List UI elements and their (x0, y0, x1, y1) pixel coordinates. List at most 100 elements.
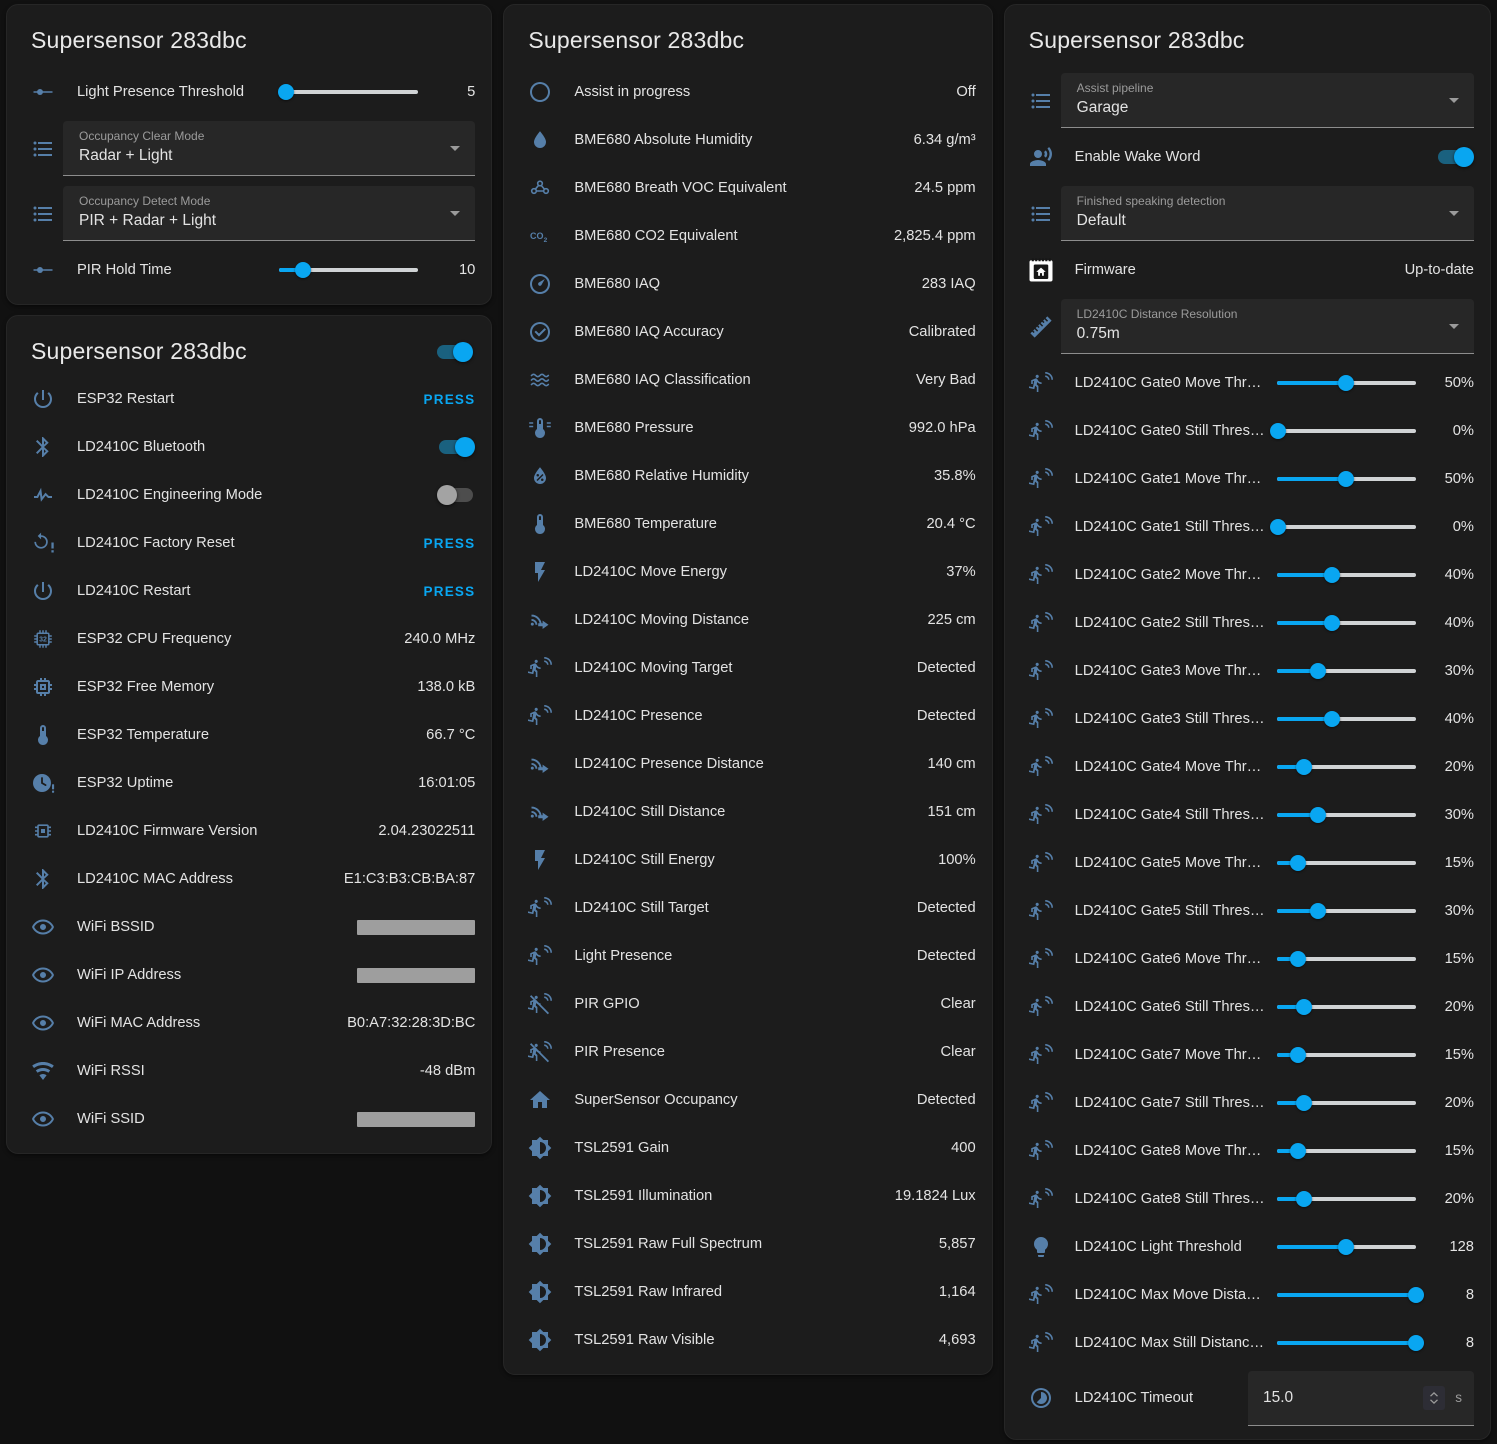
ld2410c-gate5-still-thres-slider[interactable] (1277, 902, 1416, 920)
ld2410c-timeout-field[interactable]: s (1248, 1371, 1474, 1426)
ld2410c-gate0-still-thres-slider[interactable] (1277, 422, 1416, 440)
slider-knob[interactable] (1310, 807, 1326, 823)
icon-wrap (528, 320, 552, 344)
slider-track[interactable] (1277, 525, 1416, 529)
occupancy-clear-mode-select[interactable]: Occupancy Clear ModeRadar + Light (63, 121, 475, 176)
wifi-bssid-row: WiFi BSSID (7, 903, 491, 951)
thermometer-icon (528, 512, 552, 536)
entity-name: PIR Hold Time (77, 262, 273, 278)
icon-wrap (528, 704, 552, 728)
icon-wrap (1029, 258, 1053, 282)
icon-wrap (528, 800, 552, 824)
icon-wrap (31, 137, 55, 161)
ld2410c-gate5-move-thr-slider[interactable] (1277, 854, 1416, 872)
entity-name: BME680 IAQ Classification (574, 372, 916, 388)
number-value-input[interactable] (1263, 1389, 1417, 1407)
ld2410c-distance-resolution-select[interactable]: LD2410C Distance Resolution0.75m (1061, 299, 1474, 354)
esp32-restart-press-button[interactable]: PRESS (424, 392, 476, 407)
device-dashboard: Supersensor 283dbc Light Presence Thresh… (0, 0, 1497, 1444)
entity-rows: Light Presence Threshold5Occupancy Clear… (7, 68, 491, 294)
motion-sensor-icon (528, 944, 552, 968)
ld2410c-gate3-still-thres-slider[interactable] (1277, 710, 1416, 728)
icon-wrap (528, 944, 552, 968)
ld2410c-max-still-distanc-slider[interactable] (1277, 1334, 1416, 1352)
ld2410c-bluetooth-toggle[interactable] (437, 437, 475, 457)
icon-wrap (1029, 611, 1053, 635)
slider-knob[interactable] (1310, 663, 1326, 679)
ld2410c-gate7-still-thres-row: LD2410C Gate7 Still Thres…20% (1005, 1079, 1490, 1127)
icon-wrap (528, 368, 552, 392)
slider-knob[interactable] (1270, 423, 1286, 439)
slider-knob[interactable] (1290, 951, 1306, 967)
slider-knob[interactable] (1338, 471, 1354, 487)
slider-knob[interactable] (1290, 1143, 1306, 1159)
ld2410c-gate6-still-thres-slider[interactable] (1277, 998, 1416, 1016)
ld2410c-light-threshold-slider[interactable] (1277, 1238, 1416, 1256)
slider-knob[interactable] (1324, 567, 1340, 583)
slider-knob[interactable] (1290, 855, 1306, 871)
slider-knob[interactable] (1310, 903, 1326, 919)
ld2410c-gate4-move-thr-slider[interactable] (1277, 758, 1416, 776)
finished-speaking-detection-select[interactable]: Finished speaking detectionDefault (1061, 186, 1474, 241)
slider-knob[interactable] (1270, 519, 1286, 535)
icon-wrap (528, 1280, 552, 1304)
ld2410c-gate2-still-thres-slider[interactable] (1277, 614, 1416, 632)
icon-wrap (528, 848, 552, 872)
slider-knob[interactable] (278, 84, 294, 100)
ld2410c-gate1-move-thr-slider[interactable] (1277, 470, 1416, 488)
redacted-value (357, 968, 475, 983)
enable-wake-word-toggle[interactable] (1436, 147, 1474, 167)
ld2410c-gate3-move-thr-row: LD2410C Gate3 Move Thr…30% (1005, 647, 1490, 695)
account-voice-icon (1029, 145, 1053, 169)
slider-knob[interactable] (1296, 1095, 1312, 1111)
ld2410c-gate4-still-thres-slider[interactable] (1277, 806, 1416, 824)
svg-text:2: 2 (544, 237, 548, 244)
icon-wrap (528, 1040, 552, 1064)
slider-knob[interactable] (1338, 375, 1354, 391)
slider-knob[interactable] (1296, 1191, 1312, 1207)
slider-knob[interactable] (1324, 711, 1340, 727)
ld2410c-gate1-still-thres-slider[interactable] (1277, 518, 1416, 536)
device-enabled-toggle[interactable] (435, 342, 473, 362)
ld2410c-gate2-move-thr-slider[interactable] (1277, 566, 1416, 584)
entity-state: B0:A7:32:28:3D:BC (347, 1015, 475, 1031)
ld2410c-gate7-move-thr-slider[interactable] (1277, 1046, 1416, 1064)
ld2410c-gate6-move-thr-slider[interactable] (1277, 950, 1416, 968)
entity-name: LD2410C Gate8 Move Thr… (1075, 1143, 1271, 1159)
ld2410c-gate7-still-thres-slider[interactable] (1277, 1094, 1416, 1112)
ld2410c-gate0-move-thr-slider[interactable] (1277, 374, 1416, 392)
icon-wrap (528, 608, 552, 632)
ld2410c-restart-press-button[interactable]: PRESS (424, 584, 476, 599)
pir-hold-time-row: PIR Hold Time10 (7, 246, 491, 294)
icon-wrap (31, 202, 55, 226)
slider-track[interactable] (1277, 429, 1416, 433)
motion-sensor-off-icon (528, 992, 552, 1016)
ld2410c-max-move-dista-slider[interactable] (1277, 1286, 1416, 1304)
ld2410c-factory-reset-press-button[interactable]: PRESS (424, 536, 476, 551)
slider-knob[interactable] (1296, 759, 1312, 775)
assist-pipeline-select[interactable]: Assist pipelineGarage (1061, 73, 1474, 128)
entity-name: BME680 Breath VOC Equivalent (574, 180, 914, 196)
slider-track[interactable] (279, 90, 418, 94)
tsl2591-raw-full-spectrum-row: TSL2591 Raw Full Spectrum5,857 (504, 1220, 991, 1268)
entity-state: 0% (1416, 423, 1474, 439)
slider-knob[interactable] (1338, 1239, 1354, 1255)
entity-state: Detected (917, 948, 976, 964)
light-presence-threshold-slider[interactable] (279, 83, 418, 101)
ld2410c-engineering-mode-toggle[interactable] (437, 485, 475, 505)
slider-knob[interactable] (1324, 615, 1340, 631)
pir-hold-time-slider[interactable] (279, 261, 418, 279)
ld2410c-gate8-move-thr-slider[interactable] (1277, 1142, 1416, 1160)
occupancy-detect-mode-select[interactable]: Occupancy Detect ModePIR + Radar + Light (63, 186, 475, 241)
stepper-icon[interactable] (1423, 1386, 1445, 1410)
slider-knob[interactable] (1408, 1335, 1424, 1351)
slider-knob[interactable] (295, 262, 311, 278)
ld2410c-gate4-move-thr-row: LD2410C Gate4 Move Thr…20% (1005, 743, 1490, 791)
bme680-pressure-row: BME680 Pressure992.0 hPa (504, 404, 991, 452)
slider-knob[interactable] (1296, 999, 1312, 1015)
ld2410c-gate8-still-thres-slider[interactable] (1277, 1190, 1416, 1208)
ld2410c-gate3-move-thr-slider[interactable] (1277, 662, 1416, 680)
slider-knob[interactable] (1290, 1047, 1306, 1063)
slider-knob[interactable] (1408, 1287, 1424, 1303)
slider-fill (1277, 381, 1347, 385)
